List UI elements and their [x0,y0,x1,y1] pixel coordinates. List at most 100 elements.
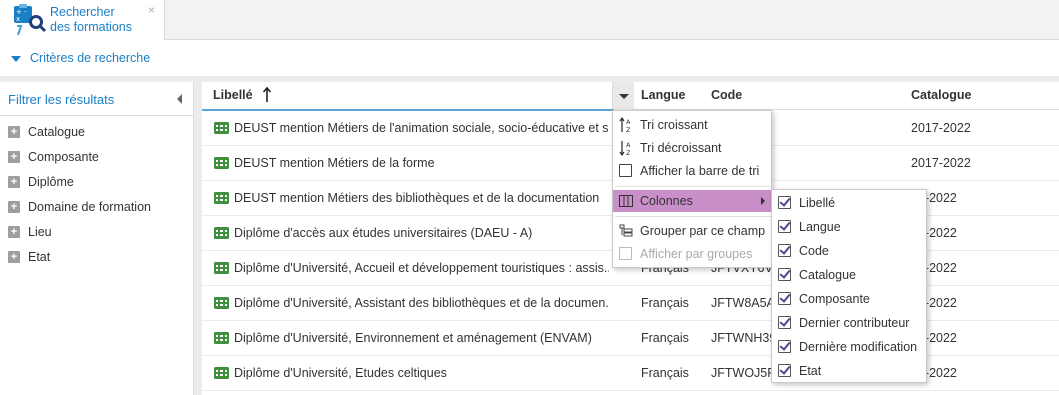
checkbox-checked-icon [778,196,791,209]
cell-langue: Français [641,366,689,380]
chevron-right-icon [761,197,765,205]
table-row[interactable]: Diplôme d'Université, Environnement et a… [202,321,1059,356]
column-header-langue[interactable]: Langue [641,88,685,102]
column-context-menu: A Z Tri croissant A Z Tri décroissant Af… [612,110,772,268]
tab-title-line2: des formations [50,20,132,34]
submenu-item-column[interactable]: Dernier contributeur [772,312,926,334]
sort-az-asc-icon: A Z [619,117,631,133]
submenu-item-column[interactable]: Catalogue [772,264,926,286]
filter-item-domaine[interactable]: + Domaine de formation [8,198,151,216]
table-row[interactable]: Diplôme d'Université, Etudes celtiques Fr… [202,356,1059,391]
submenu-item-label: Etat [799,364,822,378]
submenu-item-label: Langue [799,220,841,234]
group-by-icon [619,224,633,237]
search-criteria-toggle[interactable]: Critères de recherche [0,40,1059,76]
filter-item-etat[interactable]: + Etat [8,248,50,266]
menu-item-label: Afficher par groupes [640,247,753,261]
submenu-item-label: Dernière modification [799,340,918,354]
column-header-code[interactable]: Code [711,88,742,102]
sort-ascending-arrow-icon [262,86,272,102]
collapse-left-icon[interactable] [177,94,182,104]
filter-label: Catalogue [28,125,85,139]
cell-code: JFTW8A5A [711,296,771,310]
sort-az-desc-icon: A Z [619,141,631,156]
submenu-item-label: Catalogue [799,268,856,282]
cell-libelle: Diplôme d'Université, Environnement et a… [234,331,592,345]
training-program-icon [214,367,229,379]
filter-item-catalogue[interactable]: + Catalogue [8,123,85,141]
chevron-down-icon [11,56,21,62]
filter-label: Domaine de formation [28,200,151,214]
columns-submenu: Libellé Langue Code Catalogue Composante Dern… [771,189,927,383]
cell-libelle: DEUST mention Métiers de la forme [234,156,435,170]
menu-item-label: Tri décroissant [640,141,722,155]
columns-icon [619,195,633,207]
svg-text:x: x [16,15,20,23]
table-row[interactable]: Diplôme d'Université, Assistant des bibl… [202,286,1059,321]
column-header-libelle[interactable]: Libellé [213,88,253,102]
menu-item-label: Grouper par ce champ [640,224,766,238]
filter-item-diplome[interactable]: + Diplôme [8,173,74,191]
close-icon[interactable]: × [148,3,155,17]
column-header-catalogue[interactable]: Catalogue [911,88,971,102]
menu-item-show-groups: Afficher par groupes [613,243,771,265]
cell-code: JFTWNH39 [711,331,771,345]
svg-text:A: A [626,141,631,149]
expand-plus-icon: + [8,226,20,238]
training-program-icon [214,297,229,309]
filter-label: Etat [28,250,51,264]
submenu-item-column[interactable]: Dernière modification [772,336,926,358]
cell-catalogue: 2017-2022 [911,156,971,170]
training-program-icon [214,122,229,134]
menu-separator [615,186,771,187]
cell-libelle: Diplôme d'Université, Accueil et dévelop… [234,261,609,275]
checkbox-checked-icon [778,340,791,353]
submenu-item-column[interactable]: Langue [772,216,926,238]
cell-libelle: Diplôme d'accès aux études universitaire… [234,226,533,240]
menu-item-label: Colonnes [640,194,693,208]
menu-item-show-sort-bar[interactable]: Afficher la barre de tri [613,160,771,182]
menu-item-sort-desc[interactable]: A Z Tri décroissant [613,137,771,159]
menu-item-sort-asc[interactable]: A Z Tri croissant [613,114,771,136]
expand-plus-icon: + [8,201,20,213]
cell-libelle: DEUST mention Métiers de l'animation soc… [234,121,609,135]
search-criteria-label: Critères de recherche [30,51,151,65]
submenu-item-label: Composante [799,292,870,306]
checkbox-checked-icon [778,268,791,281]
expand-plus-icon: + [8,251,20,263]
cell-libelle: Diplôme d'Université, Etudes celtiques [234,366,447,380]
column-menu-button[interactable] [612,82,634,110]
filters-title: Filtrer les résultats [8,92,115,107]
filter-item-lieu[interactable]: + Lieu [8,223,52,241]
svg-text:Z: Z [626,149,631,156]
cell-langue: Français [641,331,689,345]
submenu-item-column[interactable]: Libellé [772,192,926,214]
filter-item-composante[interactable]: + Composante [8,148,99,166]
cell-langue: Français [641,296,689,310]
expand-plus-icon: + [8,126,20,138]
menu-item-group-by[interactable]: Grouper par ce champ [613,220,771,242]
checkbox-unchecked-icon [619,247,632,260]
submenu-item-column[interactable]: Composante [772,288,926,310]
panel-splitter[interactable] [194,82,202,395]
tab-title-line1: Rechercher [50,5,115,19]
cell-code: JFTWOJ5R [711,366,771,380]
checkbox-unchecked-icon [619,164,632,177]
filter-label: Diplôme [28,175,74,189]
svg-text:Z: Z [626,126,631,133]
menu-item-label: Tri croissant [640,118,708,132]
tab-search-trainings[interactable]: + - x Rechercher des formations × [0,0,165,40]
menu-item-columns[interactable]: Colonnes [613,190,771,212]
search-training-icon: + - x [14,4,47,36]
submenu-item-column[interactable]: Etat [772,360,926,382]
svg-text:A: A [626,118,631,126]
filters-header: Filtrer les résultats [0,82,193,116]
checkbox-checked-icon [778,316,791,329]
training-program-icon [214,262,229,274]
submenu-item-column[interactable]: Code [772,240,926,262]
checkbox-checked-icon [778,244,791,257]
training-program-icon [214,332,229,344]
grid-header: Libellé Langue Code Catalogue [202,82,1059,111]
tab-strip: + - x Rechercher des formations × [0,0,1059,40]
expand-plus-icon: + [8,151,20,163]
